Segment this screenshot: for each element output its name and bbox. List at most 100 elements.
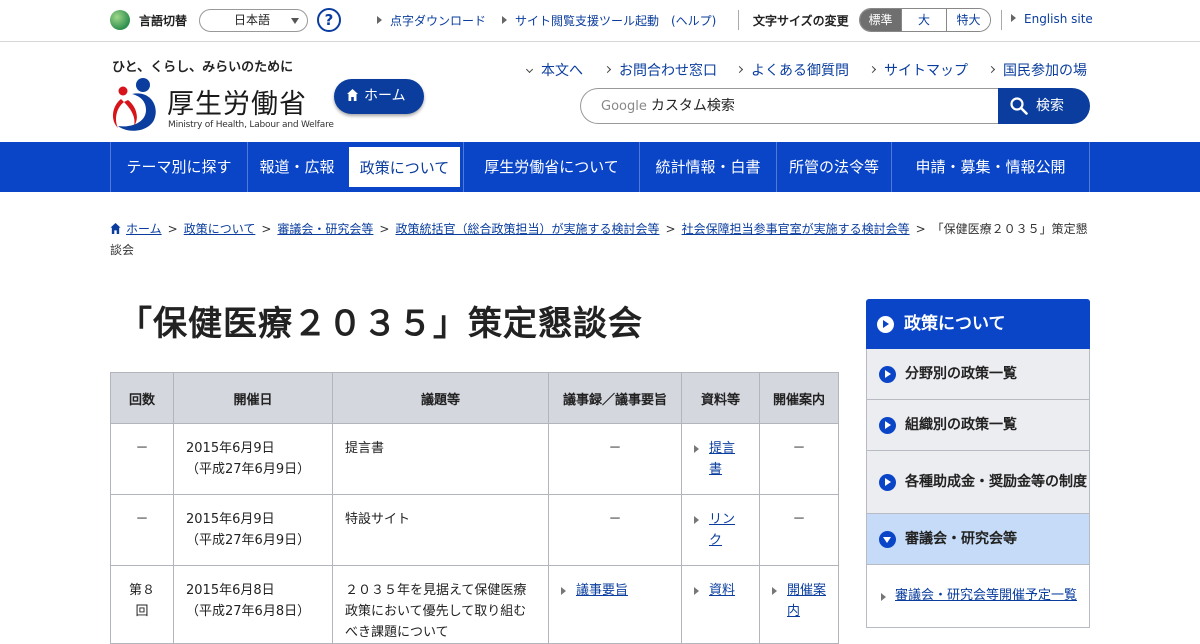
- breadcrumb-policy[interactable]: 政策について: [184, 222, 256, 236]
- home-button-label: ホーム: [364, 88, 406, 104]
- meeting-notice: 開催案内: [759, 565, 839, 644]
- font-size-label: 文字サイズの変更: [753, 14, 849, 28]
- search-input[interactable]: Google カスタム検索: [580, 88, 1000, 124]
- side-item-label: 各種助成金・奨励金等の制度: [905, 474, 1087, 490]
- side-item-label: 分野別の政策一覧: [905, 366, 1017, 382]
- link-label: お問合わせ窓口: [619, 63, 717, 79]
- special-site-link[interactable]: リンク: [709, 509, 747, 551]
- circle-arrow-icon: [879, 474, 896, 491]
- notice-link[interactable]: 開催案内: [787, 580, 826, 622]
- side-item-label: 組織別の政策一覧: [905, 417, 1017, 433]
- nav-item-press[interactable]: 報道・広報: [247, 142, 346, 192]
- link-label: 国民参加の場: [1003, 63, 1087, 79]
- column-header: 回数: [110, 372, 174, 424]
- circle-arrow-icon: [877, 316, 894, 333]
- search-button[interactable]: 検索: [998, 88, 1090, 124]
- google-brand: Google: [601, 99, 647, 114]
- home-icon: [110, 223, 121, 234]
- date-era: （平成27年6月9日）: [186, 462, 311, 477]
- column-header: 開催日: [173, 372, 333, 424]
- font-size-standard-button[interactable]: 標準: [860, 9, 902, 31]
- table-header-row: 回数 開催日 議題等 議事録／議事要旨 資料等 開催案内: [110, 372, 839, 424]
- side-nav: 政策について 分野別の政策一覧 組織別の政策一覧 各種助成金・奨励金等の制度 審…: [866, 299, 1090, 628]
- side-subitem-schedule[interactable]: 審議会・研究会等開催予定一覧: [866, 565, 1090, 628]
- chevron-right-icon: [603, 65, 612, 74]
- chevron-down-icon: [291, 18, 299, 24]
- nav-item-themes[interactable]: テーマ別に探す: [110, 142, 247, 192]
- breadcrumb-counsellor-office[interactable]: 社会保障担当参事官室が実施する検討会等: [682, 222, 910, 236]
- meeting-notice: －: [759, 494, 839, 566]
- help-icon[interactable]: ?: [317, 8, 341, 32]
- tagline: ひと、くらし、みらいのために: [112, 60, 294, 75]
- column-header: 開催案内: [759, 372, 839, 424]
- circle-chevron-down-icon: [879, 531, 896, 548]
- nav-item-statistics[interactable]: 統計情報・白書: [639, 142, 776, 192]
- nav-item-about[interactable]: 厚生労働省について: [463, 142, 639, 192]
- meeting-date: 2015年6月9日 （平成27年6月9日）: [173, 494, 333, 566]
- triangle-right-icon: [694, 516, 699, 524]
- nav-item-laws[interactable]: 所管の法令等: [776, 142, 891, 192]
- skip-to-content-link[interactable]: 本文へ: [525, 60, 583, 80]
- link-label: サイトマップ: [884, 63, 968, 79]
- font-size-large-button[interactable]: 大: [902, 9, 947, 31]
- breadcrumb-separator: >: [665, 222, 676, 236]
- language-selected: 日本語: [234, 13, 271, 27]
- side-item-policies-by-field[interactable]: 分野別の政策一覧: [866, 349, 1090, 400]
- meeting-number: －: [110, 423, 174, 495]
- contact-link[interactable]: お問合わせ窓口: [603, 60, 717, 80]
- search-icon: [1010, 97, 1028, 115]
- english-site-link[interactable]: English site: [1011, 12, 1093, 26]
- circle-arrow-icon: [879, 417, 896, 434]
- home-icon: [347, 89, 358, 101]
- nav-item-applications[interactable]: 申請・募集・情報公開: [891, 142, 1090, 192]
- side-nav-heading-label: 政策について: [904, 314, 1006, 334]
- chevron-right-icon: [868, 65, 877, 74]
- breadcrumb-separator: >: [261, 222, 272, 236]
- nav-item-policy[interactable]: 政策について: [346, 144, 463, 190]
- table-row: － 2015年6月9日 （平成27年6月9日） 提言書 － 提言書 －: [110, 423, 839, 495]
- font-size-xlarge-button[interactable]: 特大: [947, 9, 990, 31]
- triangle-right-icon: [561, 587, 566, 595]
- chevron-right-icon: [735, 65, 744, 74]
- meeting-minutes: －: [548, 494, 682, 566]
- date-era: （平成27年6月9日）: [186, 533, 311, 548]
- side-item-policies-by-org[interactable]: 組織別の政策一覧: [866, 400, 1090, 451]
- logo-english: Ministry of Health, Labour and Welfare: [168, 120, 334, 130]
- public-participation-link[interactable]: 国民参加の場: [987, 60, 1087, 80]
- date-western: 2015年6月8日: [186, 583, 275, 598]
- proposal-link[interactable]: 提言書: [709, 438, 747, 480]
- meeting-topic: 特設サイト: [332, 494, 549, 566]
- accessibility-tool-link[interactable]: サイト閲覧支援ツール起動 (ヘルプ): [502, 12, 716, 29]
- logo-text[interactable]: 厚生労働省: [167, 82, 307, 121]
- link-label: 本文へ: [541, 63, 583, 79]
- search-input-value: カスタム検索: [650, 98, 735, 114]
- mhlw-logo-icon[interactable]: [110, 76, 162, 134]
- breadcrumb-councils[interactable]: 審議会・研究会等: [277, 222, 373, 236]
- divider: [1001, 10, 1002, 30]
- triangle-right-icon: [694, 445, 699, 453]
- column-header: 議題等: [332, 372, 549, 424]
- chevron-down-icon: [525, 65, 534, 74]
- circle-arrow-icon: [879, 366, 896, 383]
- side-nav-heading[interactable]: 政策について: [866, 299, 1090, 349]
- faq-link[interactable]: よくある御質問: [735, 60, 849, 80]
- braille-download-link[interactable]: 点字ダウンロード: [377, 12, 486, 29]
- side-item-subsidies[interactable]: 各種助成金・奨励金等の制度: [866, 451, 1090, 514]
- materials-link[interactable]: 資料: [709, 580, 735, 601]
- home-button[interactable]: ホーム: [334, 79, 424, 114]
- utility-bar: 言語切替 日本語 ? 点字ダウンロード サイト閲覧支援ツール起動 (ヘルプ) 文…: [0, 0, 1200, 42]
- breadcrumb-home[interactable]: ホーム: [126, 222, 162, 236]
- side-item-councils[interactable]: 審議会・研究会等: [866, 514, 1090, 565]
- page-title: 「保健医療２０３５」策定懇談会: [118, 304, 643, 344]
- language-select[interactable]: 日本語: [199, 9, 308, 32]
- sitemap-link[interactable]: サイトマップ: [868, 60, 968, 80]
- meeting-number: －: [110, 494, 174, 566]
- breadcrumb-separator: >: [167, 222, 178, 236]
- breadcrumb-separator: >: [379, 222, 390, 236]
- global-nav: テーマ別に探す 報道・広報 政策について 厚生労働省について 統計情報・白書 所…: [0, 142, 1200, 192]
- minutes-summary-link[interactable]: 議事要旨: [576, 580, 628, 601]
- side-item-label: 審議会・研究会等: [905, 531, 1017, 547]
- meeting-topic: ２０３５年を見据えて保健医療政策において優先して取り組むべき課題について: [332, 565, 549, 644]
- side-subitem-label[interactable]: 審議会・研究会等開催予定一覧: [895, 586, 1077, 606]
- breadcrumb-director-general[interactable]: 政策統括官（総合政策担当）が実施する検討会等: [395, 222, 659, 236]
